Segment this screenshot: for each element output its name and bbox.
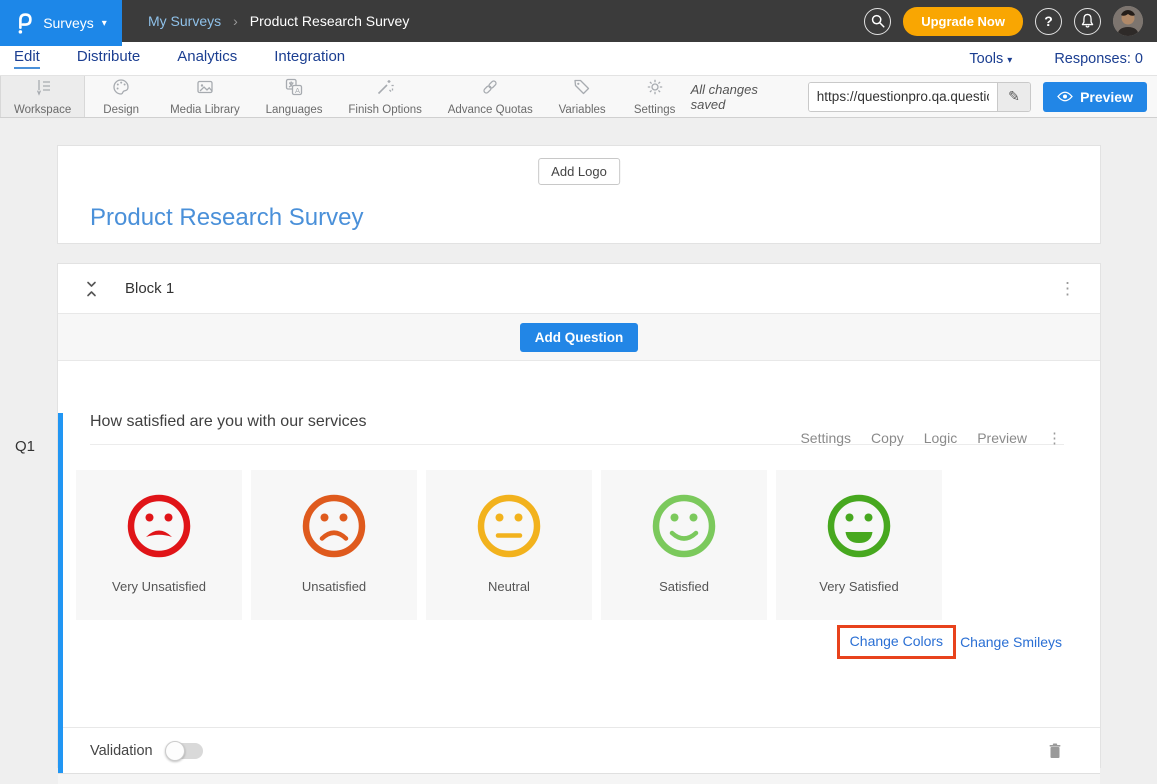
add-logo-button[interactable]: Add Logo: [538, 158, 620, 185]
option-satisfied[interactable]: Satisfied: [601, 470, 767, 620]
gear-icon: [646, 78, 664, 101]
delete-question-button[interactable]: [1048, 743, 1062, 759]
tab-edit[interactable]: Edit: [14, 48, 40, 69]
workspace-icon: [34, 78, 52, 101]
survey-url-group: ✎: [808, 82, 1031, 112]
editor-canvas: Q1 Add Logo Product Research Survey Bloc…: [0, 145, 1157, 784]
change-colors-link[interactable]: Change Colors: [850, 633, 943, 649]
magic-wand-icon: [376, 78, 394, 101]
search-button[interactable]: [864, 8, 891, 35]
block-menu-icon[interactable]: ⋮: [1059, 280, 1076, 297]
user-avatar[interactable]: [1113, 6, 1143, 36]
image-icon: [196, 78, 214, 101]
trash-icon: [1048, 743, 1062, 759]
smiley-scale: Very Unsatisfied Unsatisfied Neutral: [76, 470, 1100, 620]
preview-button[interactable]: Preview: [1043, 82, 1147, 112]
survey-header-card: Add Logo Product Research Survey: [57, 145, 1101, 244]
option-label: Neutral: [488, 579, 530, 594]
breadcrumb-separator-icon: ›: [233, 13, 238, 29]
survey-url-input[interactable]: [809, 83, 997, 111]
questionpro-logo: [15, 11, 35, 35]
eye-icon: [1057, 91, 1073, 102]
topbar: Surveys ▾ My Surveys › Product Research …: [0, 0, 1157, 42]
toolbar-item-settings[interactable]: Settings: [619, 76, 691, 117]
block-header: Block 1 ⋮: [58, 264, 1100, 314]
question-menu-icon[interactable]: ⋮: [1047, 431, 1062, 446]
block-card: Block 1 ⋮ Add Question Settings Copy Log…: [57, 263, 1101, 768]
option-neutral[interactable]: Neutral: [426, 470, 592, 620]
question-mark-icon: ?: [1044, 13, 1053, 29]
question-selected-edge: [58, 413, 63, 773]
smiley-very-unsatisfied-icon: [124, 470, 194, 566]
tab-analytics[interactable]: Analytics: [177, 48, 237, 69]
breadcrumb-current: Product Research Survey: [250, 13, 410, 29]
toolbar-item-media-library[interactable]: Media Library: [157, 76, 253, 117]
palette-icon: [112, 78, 130, 101]
option-label: Very Satisfied: [819, 579, 899, 594]
toolbar-item-languages[interactable]: A Languages: [253, 76, 336, 117]
survey-nav: Edit Distribute Analytics Integration To…: [0, 42, 1157, 75]
question-action-settings[interactable]: Settings: [800, 430, 851, 446]
option-unsatisfied[interactable]: Unsatisfied: [251, 470, 417, 620]
question-action-copy[interactable]: Copy: [871, 430, 904, 446]
toolbar-item-workspace[interactable]: Workspace: [0, 76, 85, 117]
smiley-very-satisfied-icon: [824, 470, 894, 566]
collapse-block-icon[interactable]: [84, 281, 99, 297]
product-switcher[interactable]: Surveys ▾: [0, 0, 122, 46]
add-question-strip: Add Question: [58, 314, 1100, 361]
add-question-button-top[interactable]: Add Question: [520, 323, 639, 352]
question-number: Q1: [15, 438, 35, 455]
tag-icon: [573, 78, 591, 101]
change-smileys-link[interactable]: Change Smileys: [960, 634, 1062, 650]
product-menu-label: Surveys: [43, 15, 94, 31]
pencil-icon: ✎: [1008, 88, 1020, 105]
breadcrumb: My Surveys › Product Research Survey: [148, 13, 409, 29]
block-footer: Add Question ✂Page Break ☑Separator: [58, 774, 1100, 784]
option-very-unsatisfied[interactable]: Very Unsatisfied: [76, 470, 242, 620]
chevron-down-icon: ▾: [1007, 55, 1012, 66]
smiley-neutral-icon: [474, 470, 544, 566]
validation-toggle[interactable]: [167, 743, 203, 759]
autosave-status: All changes saved: [691, 82, 796, 112]
svg-text:A: A: [295, 86, 300, 95]
bell-icon: [1080, 13, 1095, 29]
smiley-unsatisfied-icon: [299, 470, 369, 566]
option-label: Satisfied: [659, 579, 709, 594]
upgrade-now-button[interactable]: Upgrade Now: [903, 7, 1023, 36]
validation-row: Validation: [63, 727, 1100, 773]
survey-title[interactable]: Product Research Survey: [90, 204, 363, 232]
edit-url-button[interactable]: ✎: [997, 83, 1030, 111]
block-title[interactable]: Block 1: [125, 280, 174, 297]
link-icon: [481, 78, 499, 101]
option-very-satisfied[interactable]: Very Satisfied: [776, 470, 942, 620]
option-label: Very Unsatisfied: [112, 579, 206, 594]
tab-integration[interactable]: Integration: [274, 48, 345, 69]
option-label: Unsatisfied: [302, 579, 366, 594]
question-card: Settings Copy Logic Preview ⋮ How satisf…: [58, 413, 1100, 774]
toolbar-item-variables[interactable]: Variables: [546, 76, 619, 117]
validation-label: Validation: [90, 743, 153, 759]
search-icon: [870, 13, 886, 29]
toolbar-item-design[interactable]: Design: [85, 76, 157, 117]
editor-toolbar: Workspace Design Media Library A Languag…: [0, 75, 1157, 118]
breadcrumb-my-surveys[interactable]: My Surveys: [148, 13, 221, 29]
toolbar-item-advance-quotas[interactable]: Advance Quotas: [435, 76, 546, 117]
tools-menu[interactable]: Tools ▾: [969, 51, 1012, 67]
notifications-button[interactable]: [1074, 8, 1101, 35]
translate-icon: A: [285, 78, 303, 101]
change-colors-highlight: Change Colors: [837, 625, 956, 659]
responses-count: Responses: 0: [1054, 51, 1143, 67]
chevron-down-icon: ▾: [102, 18, 107, 29]
smiley-satisfied-icon: [649, 470, 719, 566]
question-action-preview[interactable]: Preview: [977, 430, 1027, 446]
help-button[interactable]: ?: [1035, 8, 1062, 35]
tab-distribute[interactable]: Distribute: [77, 48, 140, 69]
toolbar-item-finish-options[interactable]: Finish Options: [335, 76, 434, 117]
question-action-logic[interactable]: Logic: [924, 430, 957, 446]
